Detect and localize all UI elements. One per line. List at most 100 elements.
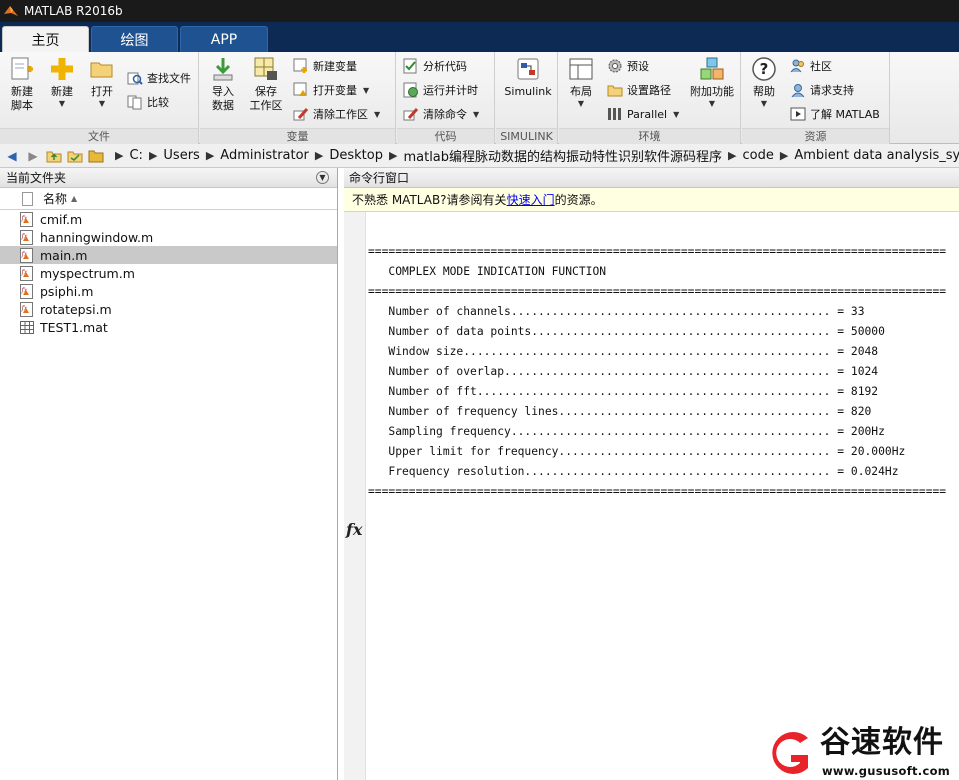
tab-apps[interactable]: APP (180, 26, 268, 52)
compare-button[interactable]: 比较 (127, 92, 169, 112)
forward-arrow-icon[interactable]: ▶ (24, 147, 42, 165)
request-support-button[interactable]: 请求支持 (790, 80, 854, 100)
output-line: ========================================… (368, 285, 947, 298)
save-workspace-icon (253, 56, 279, 82)
new-script-button[interactable]: 新建 脚本 (2, 56, 42, 113)
addons-dropdown-arrow-icon[interactable]: ▼ (687, 99, 737, 108)
clear-workspace-dropdown-icon[interactable]: ▼ (374, 110, 380, 119)
simulink-group-label: SIMULINK (496, 128, 557, 144)
file-row[interactable]: fx psiphi.m (0, 282, 337, 300)
new-script-icon (9, 56, 35, 82)
addons-cubes-icon (699, 56, 725, 82)
name-column-label: 名称 (43, 192, 68, 206)
resources-group: ? 帮助 ▼ 社区 请求支持 了解 MATLAB 资源 (742, 52, 890, 144)
m-file-icon: fx (20, 283, 34, 299)
clear-commands-button[interactable]: 清除命令 ▼ (403, 104, 479, 124)
file-row[interactable]: TEST1.mat (0, 318, 337, 336)
file-row[interactable]: fx hanningwindow.m (0, 228, 337, 246)
new-variable-button[interactable]: 新建变量 (293, 56, 357, 76)
breadcrumb-separator: ▶ (314, 149, 324, 162)
new-button[interactable]: 新建 ▼ (42, 56, 82, 108)
find-files-button[interactable]: 查找文件 (127, 68, 191, 88)
community-button[interactable]: 社区 (790, 56, 832, 76)
variable-group-label: 变量 (200, 128, 395, 144)
addons-button[interactable]: 附加功能 ▼ (687, 56, 737, 108)
set-path-button[interactable]: 设置路径 (607, 80, 671, 100)
breadcrumb-item-c[interactable]: C: (129, 148, 142, 163)
simulink-button[interactable]: Simulink (500, 56, 556, 99)
file-row[interactable]: fx rotatepsi.m (0, 300, 337, 318)
file-row[interactable]: fx main.m (0, 246, 337, 264)
breadcrumb-item-administrator[interactable]: Administrator (220, 148, 309, 163)
open-variable-dropdown-icon[interactable]: ▼ (363, 86, 369, 95)
clear-workspace-button[interactable]: 清除工作区 ▼ (293, 104, 380, 124)
tab-home[interactable]: 主页 (2, 26, 89, 52)
compare-label: 比较 (147, 96, 169, 109)
find-files-icon (127, 70, 143, 86)
breadcrumb-separator: ▶ (205, 149, 215, 162)
open-button[interactable]: 打开 ▼ (82, 56, 122, 108)
quick-start-link[interactable]: 快速入门 (507, 191, 555, 208)
breadcrumb-item-ambient[interactable]: Ambient data analysis_system ID (794, 148, 959, 163)
breadcrumb-item-desktop[interactable]: Desktop (329, 148, 383, 163)
learn-matlab-button[interactable]: 了解 MATLAB (790, 104, 880, 124)
file-type-column-icon (22, 191, 33, 206)
panel-actions-icon[interactable]: ▼ (316, 171, 329, 184)
m-file-icon: fx (20, 211, 34, 227)
browse-folder-icon[interactable] (66, 147, 84, 165)
run-and-time-icon (403, 82, 419, 98)
learn-matlab-label: 了解 MATLAB (810, 108, 880, 121)
clear-commands-icon (403, 106, 419, 122)
command-window-header: 命令行窗口 (344, 168, 959, 188)
breadcrumb-item-code[interactable]: code (743, 148, 774, 163)
output-line: Window size.............................… (368, 345, 879, 358)
community-label: 社区 (810, 60, 832, 73)
new-dropdown-arrow-icon[interactable]: ▼ (42, 99, 82, 108)
help-button[interactable]: ? 帮助 ▼ (744, 56, 784, 108)
tab-plots[interactable]: 绘图 (91, 26, 178, 52)
gusu-logo-icon (764, 728, 814, 778)
run-and-time-button[interactable]: 运行并计时 (403, 80, 478, 100)
analyze-code-icon (403, 58, 419, 74)
help-dropdown-arrow-icon[interactable]: ▼ (744, 99, 784, 108)
support-icon (790, 82, 806, 98)
plus-icon (49, 56, 75, 82)
back-arrow-icon[interactable]: ◀ (3, 147, 21, 165)
file-name: main.m (40, 247, 88, 263)
open-dropdown-arrow-icon[interactable]: ▼ (82, 99, 122, 108)
output-line: ========================================… (368, 485, 947, 498)
breadcrumb-item-project[interactable]: matlab编程脉动数据的结构振动特性识别软件源码程序 (403, 146, 722, 165)
simulink-label: Simulink (504, 85, 552, 98)
analyze-code-button[interactable]: 分析代码 (403, 56, 467, 76)
file-row[interactable]: fx myspectrum.m (0, 264, 337, 282)
file-list: fx cmif.m fx hanningwindow.m fx main.m fx myspe… (0, 210, 337, 336)
up-folder-icon[interactable] (45, 147, 63, 165)
save-workspace-button[interactable]: 保存 工作区 (244, 56, 288, 113)
parallel-button[interactable]: Parallel ▼ (607, 104, 679, 124)
parallel-dropdown-icon[interactable]: ▼ (673, 110, 679, 119)
file-group: 新建 脚本 新建 ▼ 打开 ▼ 查找文件 比较 文件 (0, 52, 199, 144)
layout-button[interactable]: 布局 ▼ (561, 56, 601, 108)
breadcrumb-item-users[interactable]: Users (163, 148, 199, 163)
command-output[interactable]: ========================================… (368, 242, 946, 502)
fx-function-browser-icon[interactable]: fx (346, 520, 362, 539)
clear-commands-dropdown-icon[interactable]: ▼ (473, 110, 479, 119)
ribbon: 新建 脚本 新建 ▼ 打开 ▼ 查找文件 比较 文件 导入 数据 保存 工作区 … (0, 52, 959, 144)
layout-dropdown-arrow-icon[interactable]: ▼ (561, 99, 601, 108)
watermark-name: 谷速软件 (820, 725, 944, 760)
m-file-icon: fx (20, 301, 34, 317)
m-file-icon: fx (20, 247, 34, 263)
import-data-button[interactable]: 导入 数据 (203, 56, 243, 113)
address-bar: ◀ ▶ ▶ C: ▶ Users ▶ Administrator ▶ Deskt… (0, 144, 959, 168)
watermark: 谷速软件 www.gususoft.com (760, 724, 959, 780)
help-label: 帮助 (753, 85, 775, 98)
preferences-button[interactable]: 预设 (607, 56, 649, 76)
breadcrumb-separator: ▶ (148, 149, 158, 162)
community-icon (790, 58, 806, 74)
open-variable-button[interactable]: 打开变量 ▼ (293, 80, 369, 100)
file-row[interactable]: fx cmif.m (0, 210, 337, 228)
name-column-header[interactable]: 名称 ▲ (0, 188, 337, 210)
folder-open-icon (89, 56, 115, 82)
compare-icon (127, 94, 143, 110)
open-variable-icon (293, 82, 309, 98)
